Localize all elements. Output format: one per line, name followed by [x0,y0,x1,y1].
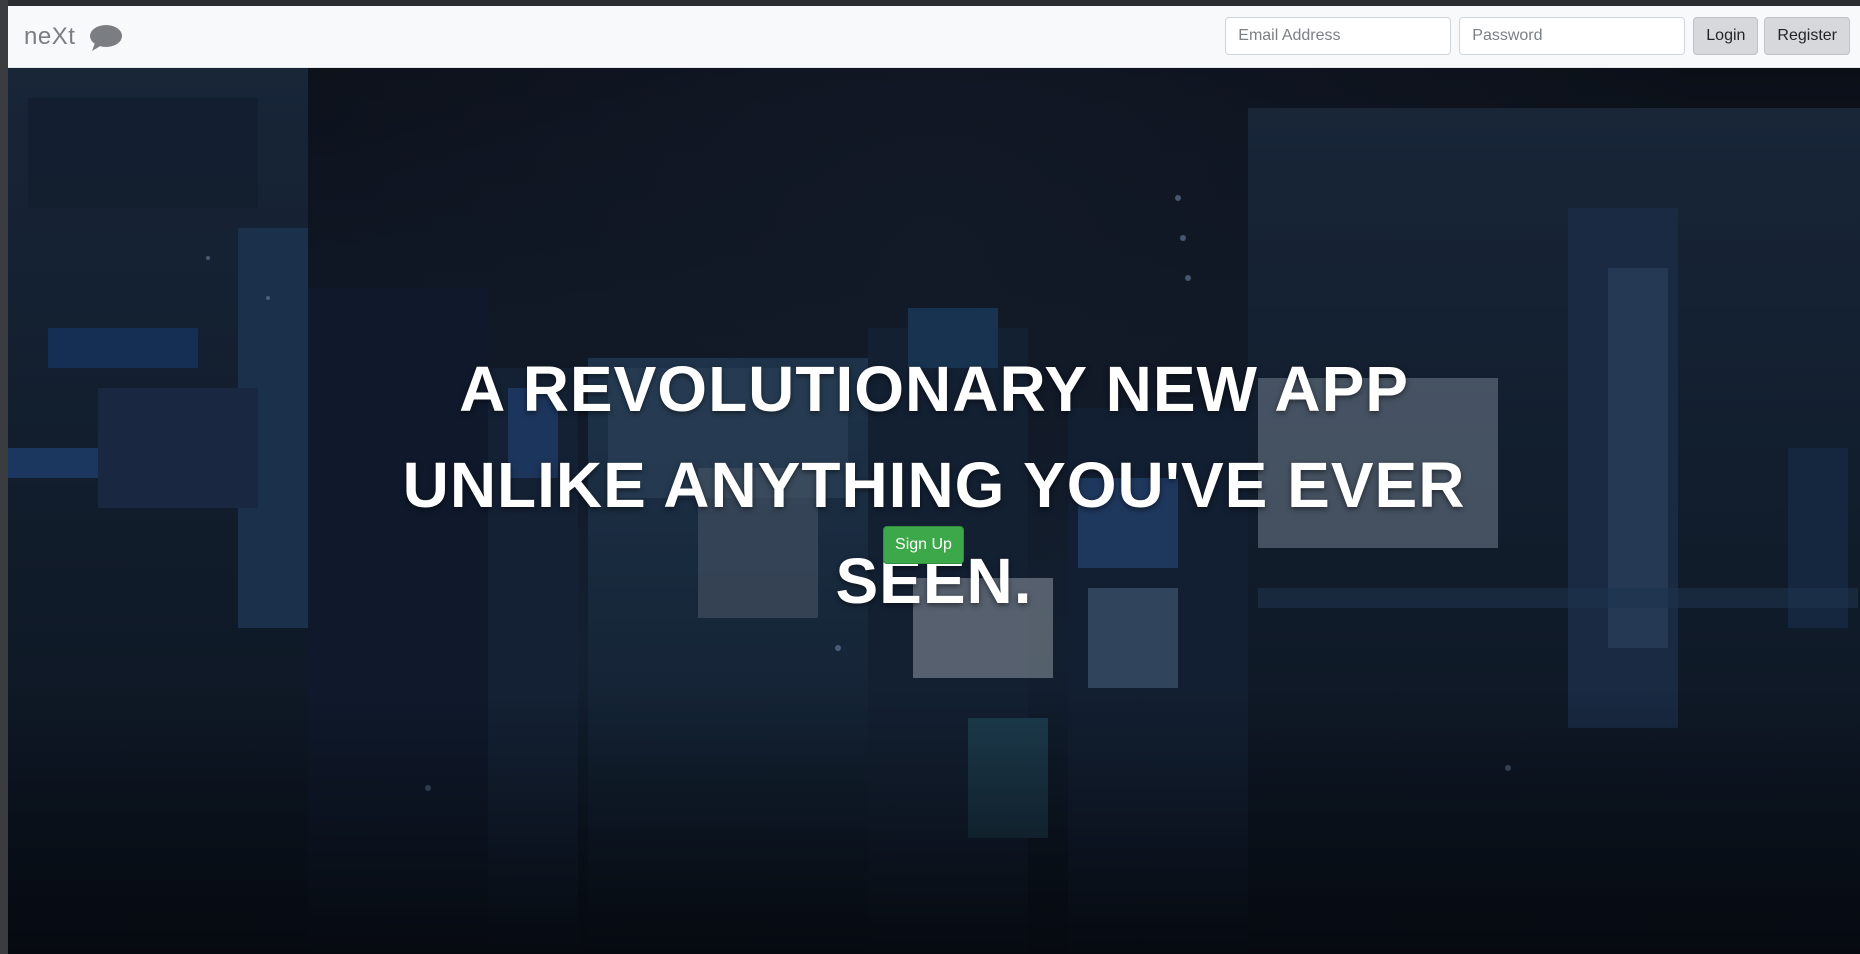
navbar: neXt Login Register [8,6,1860,68]
page: neXt Login Register [0,0,1860,954]
browser-left-edge [0,0,8,954]
sign-up-button[interactable]: Sign Up [883,526,964,564]
login-button[interactable]: Login [1693,17,1759,55]
speech-bubble-icon [88,23,124,53]
hero-section: A REVOLUTIONARY NEW APP UNLIKE ANYTHING … [8,68,1860,954]
login-form: Login Register [1225,17,1850,55]
password-input[interactable] [1459,17,1686,55]
email-input[interactable] [1225,17,1452,55]
register-button[interactable]: Register [1764,17,1850,55]
hero-title: A REVOLUTIONARY NEW APP UNLIKE ANYTHING … [8,341,1860,629]
hero-title-line-2: UNLIKE ANYTHING YOU'VE EVER [402,448,1466,521]
brand-logo[interactable]: neXt [24,23,75,51]
hero-title-line-1: A REVOLUTIONARY NEW APP [459,352,1409,425]
